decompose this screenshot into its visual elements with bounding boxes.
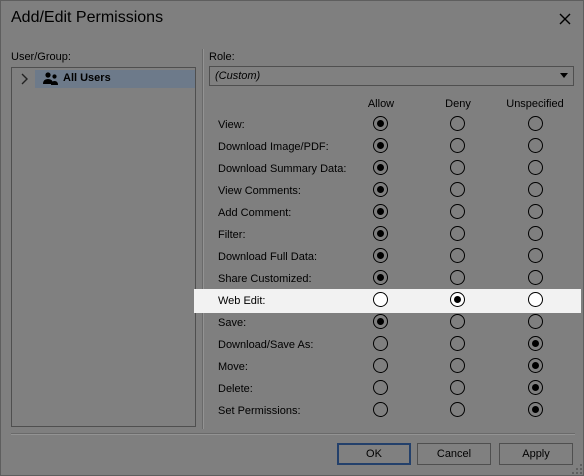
radio-download-summary-data-unspecified[interactable] (528, 160, 543, 175)
radio-save-unspecified[interactable] (528, 314, 543, 329)
radio-download-full-data-deny[interactable] (450, 248, 465, 263)
panel-splitter[interactable] (202, 49, 204, 429)
radio-share-customized-unspecified[interactable] (528, 270, 543, 285)
radio-save-allow[interactable] (373, 314, 388, 329)
role-label: Role: (209, 51, 235, 63)
radio-web-edit-unspecified[interactable] (528, 292, 543, 307)
radio-add-comment-unspecified[interactable] (528, 204, 543, 219)
radio-delete-allow[interactable] (373, 380, 388, 395)
separator (11, 433, 575, 435)
radio-move-allow[interactable] (373, 358, 388, 373)
radio-set-permissions-unspecified[interactable] (528, 402, 543, 417)
radio-view-unspecified[interactable] (528, 116, 543, 131)
dropdown-arrow-icon (560, 73, 568, 78)
radio-delete-unspecified[interactable] (528, 380, 543, 395)
user-group-label: User/Group: (11, 51, 71, 63)
radio-download-full-data-allow[interactable] (373, 248, 388, 263)
radio-move-unspecified[interactable] (528, 358, 543, 373)
users-icon (43, 72, 58, 85)
permissions-dialog: Add/Edit Permissions User/Group: All Use… (0, 0, 584, 476)
radio-set-permissions-allow[interactable] (373, 402, 388, 417)
radio-filter-allow[interactable] (373, 226, 388, 241)
radio-view-comments-unspecified[interactable] (528, 182, 543, 197)
radio-download-summary-data-deny[interactable] (450, 160, 465, 175)
permission-label-move: Move: (218, 361, 248, 373)
permission-label-filter: Filter: (218, 229, 246, 241)
radio-download-save-as-unspecified[interactable] (528, 336, 543, 351)
radio-download-summary-data-allow[interactable] (373, 160, 388, 175)
radio-download-image-pdf-deny[interactable] (450, 138, 465, 153)
radio-add-comment-allow[interactable] (373, 204, 388, 219)
radio-view-deny[interactable] (450, 116, 465, 131)
permission-label-add-comment: Add Comment: (218, 207, 292, 219)
permission-label-share-customized: Share Customized: (218, 273, 312, 285)
radio-share-customized-deny[interactable] (450, 270, 465, 285)
radio-view-comments-allow[interactable] (373, 182, 388, 197)
radio-download-image-pdf-unspecified[interactable] (528, 138, 543, 153)
radio-delete-deny[interactable] (450, 380, 465, 395)
resize-grip-icon[interactable] (571, 463, 583, 475)
radio-download-save-as-deny[interactable] (450, 336, 465, 351)
close-icon[interactable] (553, 8, 577, 30)
role-value: (Custom) (215, 70, 261, 82)
tree-item-label: All Users (63, 72, 111, 84)
dialog-title: Add/Edit Permissions (11, 9, 164, 26)
radio-share-customized-allow[interactable] (373, 270, 388, 285)
apply-button[interactable]: Apply (499, 443, 573, 465)
permission-label-set-permissions: Set Permissions: (218, 405, 301, 417)
permission-label-view-comments: View Comments: (218, 185, 301, 197)
permission-label-download-summary-data: Download Summary Data: (218, 163, 347, 175)
ok-button[interactable]: OK (337, 443, 411, 465)
permission-label-download-image-pdf: Download Image/PDF: (218, 141, 329, 153)
permission-label-download-full-data: Download Full Data: (218, 251, 318, 263)
radio-save-deny[interactable] (450, 314, 465, 329)
tree-item-all-users[interactable]: All Users (14, 70, 195, 88)
column-header-unspecified: Unspecified (506, 98, 564, 110)
radio-add-comment-deny[interactable] (450, 204, 465, 219)
radio-download-save-as-allow[interactable] (373, 336, 388, 351)
user-group-tree[interactable]: All Users (11, 67, 196, 427)
radio-move-deny[interactable] (450, 358, 465, 373)
radio-web-edit-allow[interactable] (373, 292, 388, 307)
chevron-right-icon[interactable] (20, 73, 30, 85)
radio-view-comments-deny[interactable] (450, 182, 465, 197)
radio-filter-deny[interactable] (450, 226, 465, 241)
radio-view-allow[interactable] (373, 116, 388, 131)
permission-label-view: View: (218, 119, 245, 131)
permission-label-web-edit: Web Edit: (218, 295, 266, 307)
radio-web-edit-deny[interactable] (450, 292, 465, 307)
radio-download-image-pdf-allow[interactable] (373, 138, 388, 153)
permission-label-download-save-as: Download/Save As: (218, 339, 314, 351)
radio-set-permissions-deny[interactable] (450, 402, 465, 417)
radio-filter-unspecified[interactable] (528, 226, 543, 241)
cancel-button[interactable]: Cancel (417, 443, 491, 465)
permission-label-delete: Delete: (218, 383, 253, 395)
permission-label-save: Save: (218, 317, 247, 329)
radio-download-full-data-unspecified[interactable] (528, 248, 543, 263)
role-dropdown[interactable]: (Custom) (209, 66, 574, 86)
